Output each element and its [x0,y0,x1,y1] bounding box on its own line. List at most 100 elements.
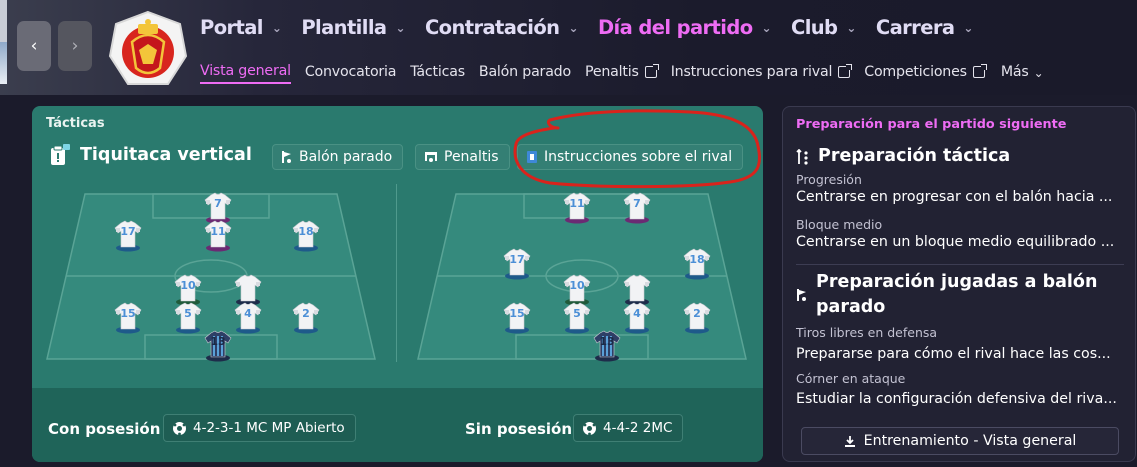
player-number: 4 [633,307,641,320]
player-number: 15 [120,307,136,320]
nav-dia-del-partido-label: Día del partido [597,15,753,39]
tab-penaltis-label: Penaltis [584,64,639,80]
formation-icon [582,421,597,436]
player-shirt[interactable]: 18 [682,248,712,280]
sub-nav: Vista general Convocatoria Tácticas Baló… [200,60,1057,84]
player-shirt[interactable]: 11 [562,192,592,224]
player-number: 7 [633,197,641,210]
player-number: 18 [689,253,705,266]
tab-balon-parado[interactable]: Balón parado [479,60,571,84]
tactics-panel[interactable]: Tácticas Tiquitaca vertical Balón parado… [32,106,763,462]
nav-carrera-label: Carrera [875,15,955,39]
out-possession-formation: 4-4-2 2MC [603,420,673,436]
opposition-icon [526,150,538,164]
nav-carrera[interactable]: Carrera ⌄ [875,15,974,39]
player-shirt[interactable]: 5 [173,302,203,334]
chevron-down-icon: ⌄ [846,21,856,35]
nav-club[interactable]: Club ⌄ [790,15,857,39]
penalties-chip[interactable]: Penaltis [415,144,510,170]
player-number: 10 [180,279,196,292]
tactics-section-label: Tácticas [46,116,105,131]
pitch-in-possession[interactable]: 7 17 11 18 10 15 5 4 2 13 [45,192,377,362]
setpiece-prep-heading[interactable]: Preparación jugadas a balón parado [796,270,1097,320]
tab-instrucciones-rival[interactable]: Instrucciones para rival [670,60,853,84]
club-crest-icon[interactable] [108,10,188,90]
external-link-icon [972,64,987,78]
player-shirt[interactable]: 17 [113,220,143,252]
set-pieces-chip[interactable]: Balón parado [272,144,404,170]
tactic-board-icon [51,144,70,165]
player-number: 5 [184,307,192,320]
tab-tacticas[interactable]: Tácticas [410,60,465,84]
sidebar-edge [0,0,7,84]
player-number: 11 [210,225,226,238]
download-icon [844,435,856,448]
player-number: 11 [569,197,585,210]
prep-divider [796,264,1124,265]
opposition-instructions-chip[interactable]: Instrucciones sobre el rival [517,144,744,170]
tactical-prep-heading[interactable]: Preparación táctica [796,144,1010,169]
player-number: 13 [599,335,615,348]
tab-competiciones-label: Competiciones [864,64,967,80]
tab-competiciones[interactable]: Competiciones [864,60,987,84]
tab-penaltis[interactable]: Penaltis [584,60,659,84]
tactic-name: Tiquitaca vertical [80,145,252,165]
player-number: 15 [509,307,525,320]
defensive-freekicks-label: Tiros libres en defensa [796,325,938,340]
out-possession-formation-chip[interactable]: 4-4-2 2MC [573,414,684,442]
tab-vista-general[interactable]: Vista general [200,60,291,84]
chevron-down-icon: ⌄ [761,21,772,35]
player-shirt[interactable]: 17 [502,248,532,280]
player-number: 17 [509,253,525,266]
player-shirt[interactable]: 2 [682,302,712,334]
chevron-down-icon: ⌄ [963,21,973,35]
formation-footer: Con posesión 4-2-3-1 MC MP Abierto Sin p… [32,388,763,462]
prep-panel-title: Preparación para el partido siguiente [796,117,1067,132]
forward-button[interactable]: › [58,21,92,71]
progression-value: Centrarse en progresar con el balón haci… [796,189,1113,205]
tactic-title-row: Tiquitaca vertical [50,144,252,166]
penalties-chip-label: Penaltis [444,149,499,165]
player-number: 2 [693,307,701,320]
attacking-corners-label: Córner en ataque [796,371,906,386]
main-nav: Portal ⌄ Plantilla ⌄ Contratación ⌄ Día del… [200,12,993,42]
in-possession-formation-chip[interactable]: 4-2-3-1 MC MP Abierto [163,414,356,442]
next-match-prep-panel: Preparación para el partido siguiente Pr… [782,106,1136,462]
nav-portal[interactable]: Portal ⌄ [200,16,282,39]
more-menu[interactable]: Más ⌄ [1001,60,1044,84]
player-shirt[interactable]: 15 [113,302,143,334]
player-shirt[interactable]: 4 [622,302,652,334]
player-shirt[interactable]: 13 [203,330,233,362]
player-shirt[interactable]: 15 [502,302,532,334]
nav-dia-del-partido[interactable]: Día del partido ⌄ [597,15,772,39]
training-overview-button[interactable]: Entrenamiento - Vista general [801,427,1119,455]
nav-contratacion[interactable]: Contratación ⌄ [424,15,579,39]
nav-club-label: Club [790,15,838,39]
player-shirt[interactable]: 4 [233,302,263,334]
player-shirt[interactable]: 13 [592,330,622,362]
goal-icon [424,151,438,163]
chevron-down-icon: ⌄ [395,21,406,35]
set-piece-flag-icon [281,150,293,164]
player-number: 5 [573,307,581,320]
player-number: 18 [298,225,314,238]
attacking-corners-value: Estudiar la configuración defensiva del … [796,391,1117,407]
mid-block-label: Bloque medio [796,217,883,232]
back-button[interactable]: ‹ [17,21,51,71]
nav-contratacion-label: Contratación [424,15,560,39]
opposition-chip-label: Instrucciones sobre el rival [544,149,733,165]
formation-icon [172,421,187,436]
nav-plantilla[interactable]: Plantilla ⌄ [301,16,405,39]
tab-convocatoria[interactable]: Convocatoria [305,60,397,84]
in-possession-formation: 4-2-3-1 MC MP Abierto [193,420,345,436]
pitch-out-of-possession[interactable]: 11 7 17 18 10 15 5 4 2 13 [416,192,748,362]
more-menu-label: Más [1000,64,1029,80]
tab-instrucciones-rival-label: Instrucciones para rival [670,64,833,80]
player-shirt[interactable]: 7 [622,192,652,224]
player-shirt[interactable]: 18 [291,220,321,252]
player-shirt[interactable]: 2 [291,302,321,334]
player-shirt[interactable]: 5 [562,302,592,334]
player-shirt[interactable]: 11 [203,220,233,252]
mid-block-value: Centrarse en un bloque medio equilibrado… [796,234,1115,250]
tactical-prep-title: Preparación táctica [818,146,1011,166]
